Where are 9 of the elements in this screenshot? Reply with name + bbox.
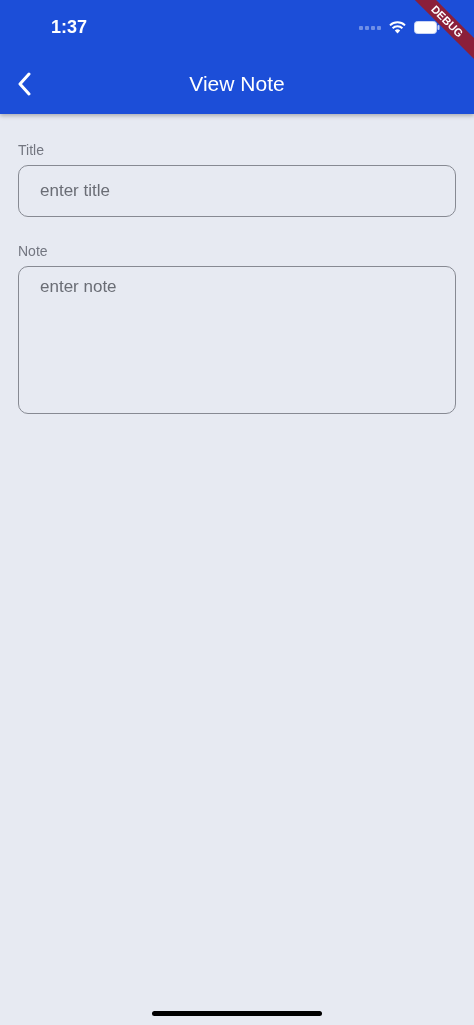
screen-title: View Note: [189, 72, 285, 96]
status-time: 1:37: [51, 17, 88, 38]
field-label: Title: [18, 142, 45, 158]
signal-icon: [359, 25, 381, 30]
input-field[interactable]: enter note: [18, 266, 456, 414]
input-field[interactable]: enter title: [18, 165, 456, 217]
wifi-icon: [389, 21, 406, 34]
field-label: Note: [18, 243, 49, 259]
back-icon[interactable]: [17, 72, 31, 96]
